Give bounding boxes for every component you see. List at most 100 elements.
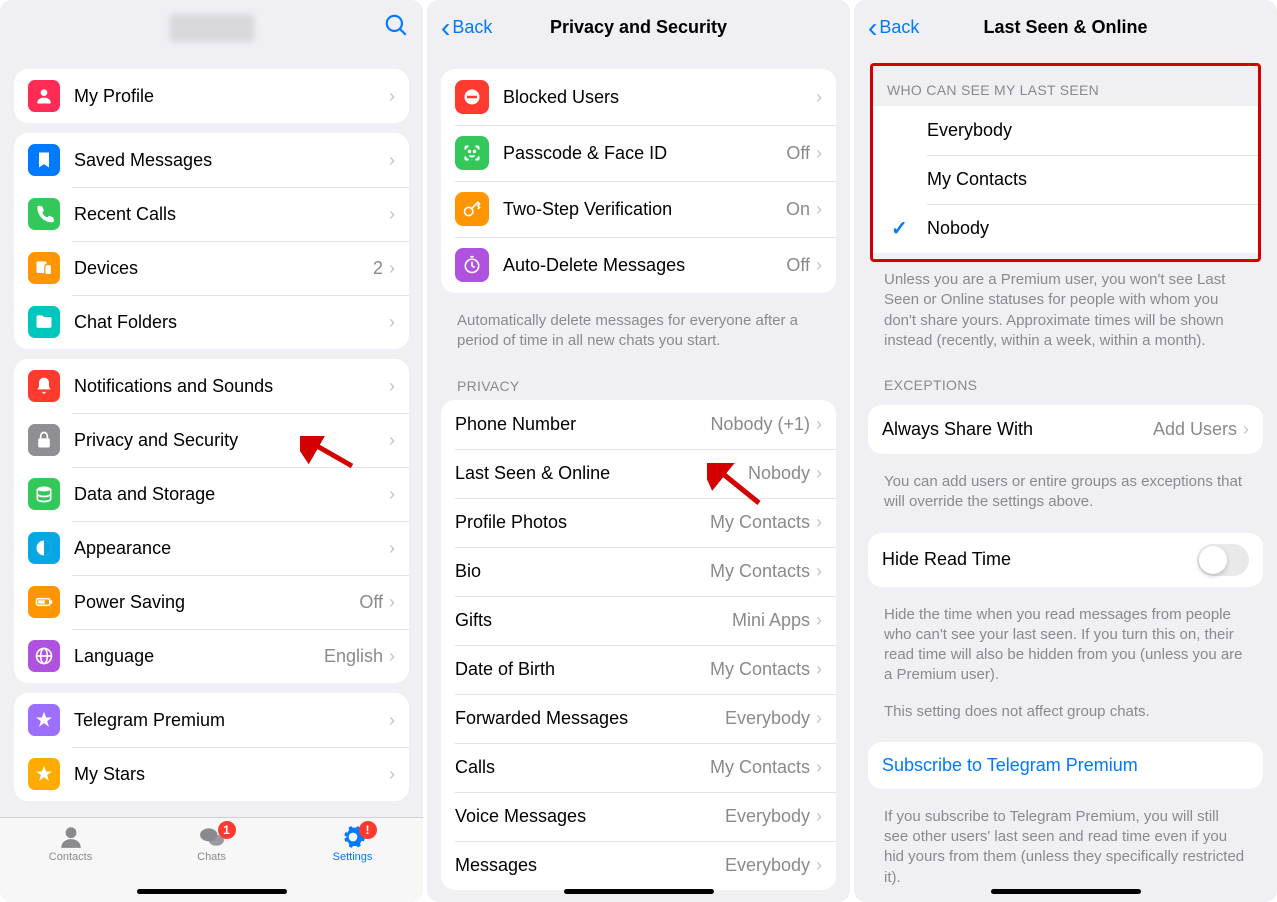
lastseen-header: ‹Back Last Seen & Online [854,0,1277,55]
settings-row-saved-messages[interactable]: Saved Messages › [14,133,409,187]
footer-text: This setting does not affect group chats… [868,690,1263,726]
privacy-row-date-of-birth[interactable]: Date of Birth My Contacts › [441,645,836,694]
row-value: Off [786,143,810,164]
row-label: Chat Folders [74,312,389,333]
back-button[interactable]: ‹Back [441,14,492,42]
timer-icon [455,248,489,282]
settings-row-language[interactable]: Language English › [14,629,409,683]
row-label: Blocked Users [503,87,810,108]
chevron-left-icon: ‹ [868,14,877,42]
settings-row-appearance[interactable]: Appearance › [14,521,409,575]
security-row-passcode-face-id[interactable]: Passcode & Face ID Off › [441,125,836,181]
footer-text: Hide the time when you read messages fro… [868,597,1263,690]
option-nobody[interactable]: ✓ Nobody [873,204,1258,253]
footer-text: If you subscribe to Telegram Premium, yo… [868,799,1263,902]
security-row-blocked-users[interactable]: Blocked Users › [441,69,836,125]
privacy-row-calls[interactable]: Calls My Contacts › [441,743,836,792]
star-icon [28,758,60,790]
row-label: Gifts [455,610,732,631]
row-value: Mini Apps [732,610,810,631]
chevron-right-icon: › [389,592,395,613]
settings-row-notifications-and-sounds[interactable]: Notifications and Sounds › [14,359,409,413]
chevron-right-icon: › [389,258,395,279]
bookmark-icon [28,144,60,176]
chevron-right-icon: › [389,150,395,171]
row-label: Notifications and Sounds [74,376,389,397]
settings-row-privacy-and-security[interactable]: Privacy and Security › [14,413,409,467]
back-button[interactable]: ‹Back [868,14,919,42]
settings-row-devices[interactable]: Devices 2 › [14,241,409,295]
chevron-right-icon: › [389,204,395,225]
option-label: Everybody [927,120,1244,141]
privacy-row-bio[interactable]: Bio My Contacts › [441,547,836,596]
option-label: Nobody [927,218,1244,239]
devices-icon [28,252,60,284]
privacy-row-messages[interactable]: Messages Everybody › [441,841,836,890]
row-label: Profile Photos [455,512,710,533]
row-label: Power Saving [74,592,359,613]
settings-row-chat-folders[interactable]: Chat Folders › [14,295,409,349]
tab-label: Settings [333,851,373,863]
privacy-row-phone-number[interactable]: Phone Number Nobody (+1) › [441,400,836,449]
settings-row-data-and-storage[interactable]: Data and Storage › [14,467,409,521]
security-row-two-step-verification[interactable]: Two-Step Verification On › [441,181,836,237]
back-label: Back [879,17,919,38]
row-label: Telegram Premium [74,710,389,731]
row-label: Devices [74,258,373,279]
chevron-right-icon: › [389,484,395,505]
search-icon[interactable] [383,12,409,43]
badge: ! [359,821,377,839]
chevron-right-icon: › [1243,419,1249,440]
settings-row-telegram-premium[interactable]: Telegram Premium › [14,693,409,747]
chevron-right-icon: › [816,143,822,164]
chevron-right-icon: › [389,86,395,107]
row-value: Off [359,592,383,613]
privacy-row-gifts[interactable]: Gifts Mini Apps › [441,596,836,645]
settings-row-my-stars[interactable]: My Stars › [14,747,409,801]
subscribe-premium-link[interactable]: Subscribe to Telegram Premium [868,742,1263,789]
hide-read-time-row[interactable]: Hide Read Time [868,533,1263,587]
checkmark-icon: ✓ [891,216,908,241]
privacy-row-voice-messages[interactable]: Voice Messages Everybody › [441,792,836,841]
tab-contacts[interactable]: Contacts [0,824,141,902]
privacy-row-last-seen-online[interactable]: Last Seen & Online Nobody › [441,449,836,498]
row-label: Voice Messages [455,806,725,827]
option-everybody[interactable]: Everybody [873,106,1258,155]
tab-settings[interactable]: Settings! [282,824,423,902]
chevron-right-icon: › [816,708,822,729]
security-row-auto-delete-messages[interactable]: Auto-Delete Messages Off › [441,237,836,293]
option-my-contacts[interactable]: My Contacts [873,155,1258,204]
chevron-right-icon: › [389,710,395,731]
settings-row-my-profile[interactable]: My Profile › [14,69,409,123]
chevron-right-icon: › [816,806,822,827]
account-name-blurred [169,14,254,42]
settings-row-recent-calls[interactable]: Recent Calls › [14,187,409,241]
chevron-right-icon: › [389,764,395,785]
chevron-right-icon: › [816,561,822,582]
row-label: Forwarded Messages [455,708,725,729]
chevron-right-icon: › [816,255,822,276]
profile-icon [28,80,60,112]
row-label: Privacy and Security [74,430,389,451]
chevron-left-icon: ‹ [441,14,450,42]
row-label: Passcode & Face ID [503,143,786,164]
key-icon [455,192,489,226]
toggle-switch[interactable] [1197,544,1249,576]
chevron-right-icon: › [389,430,395,451]
privacy-row-profile-photos[interactable]: Profile Photos My Contacts › [441,498,836,547]
chevron-right-icon: › [816,87,822,108]
row-value: Everybody [725,806,810,827]
section-header: PRIVACY [441,356,836,400]
settings-row-power-saving[interactable]: Power Saving Off › [14,575,409,629]
row-label: Date of Birth [455,659,710,680]
row-label: Messages [455,855,725,876]
privacy-row-forwarded-messages[interactable]: Forwarded Messages Everybody › [441,694,836,743]
tab-label: Chats [197,851,226,863]
row-label: Calls [455,757,710,778]
row-value: Nobody (+1) [710,414,810,435]
chevron-right-icon: › [816,199,822,220]
row-value: On [786,199,810,220]
row-value: Nobody [748,463,810,484]
tab-label: Contacts [49,851,92,863]
always-share-row[interactable]: Always Share With Add Users › [868,405,1263,454]
